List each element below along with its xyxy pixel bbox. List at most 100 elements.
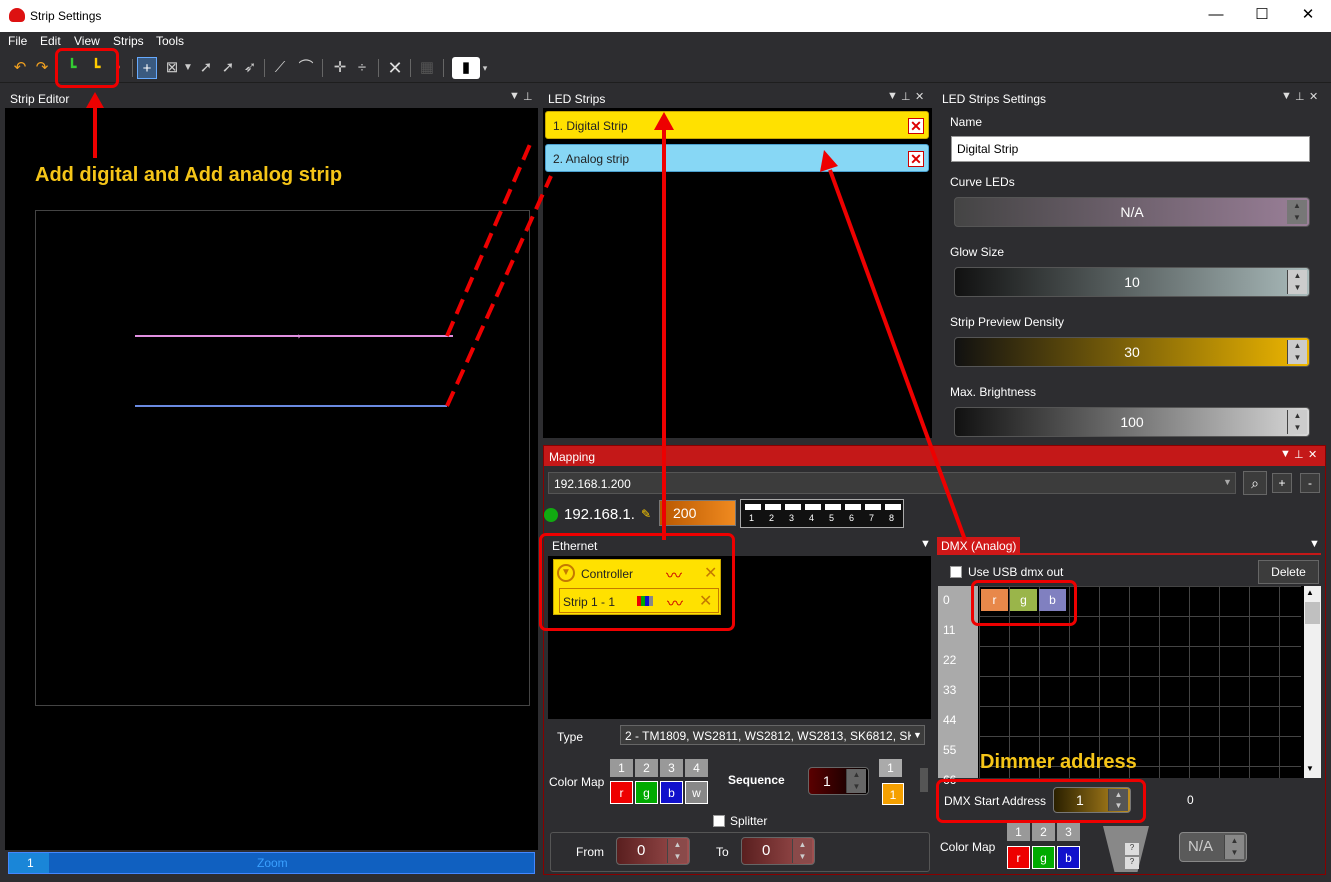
sequence-label: Sequence	[728, 773, 785, 787]
dmx-color-map-index: 3	[1057, 823, 1080, 841]
line-tool-icon[interactable]: ⟋	[270, 57, 290, 79]
color-map-chip[interactable]: w	[685, 781, 708, 804]
panel-menu-icon[interactable]: ▼	[1281, 90, 1292, 102]
analog-strip-line[interactable]	[135, 405, 447, 407]
universe-number[interactable]: 1	[749, 513, 754, 523]
grid-icon[interactable]: ▦	[417, 57, 437, 79]
menu-strips[interactable]: Strips	[113, 34, 144, 48]
pointer-icon[interactable]: ➚	[196, 57, 216, 79]
from-spinner[interactable]: 0 ▲ ▼	[616, 837, 690, 865]
panel-menu-icon[interactable]: ▼	[509, 90, 520, 102]
panel-menu-icon[interactable]: ▼	[1309, 538, 1320, 550]
color-map-chip[interactable]: b	[660, 781, 683, 804]
color-map-chip[interactable]: r	[610, 781, 633, 804]
side-number: 1	[879, 759, 902, 777]
close-button[interactable]: ✕	[1285, 0, 1331, 32]
strip-item-analog[interactable]: 2. Analog strip ✕	[545, 144, 929, 172]
scroll-up-icon[interactable]: ▲	[1306, 588, 1314, 597]
strip-item-label: 1. Digital Strip	[553, 119, 628, 133]
universe-bar	[825, 504, 841, 510]
close-icon[interactable]: ✕	[915, 90, 924, 103]
universe-selector[interactable]: 1 2 3 4 5 6 7 8	[740, 499, 904, 528]
universe-number[interactable]: 6	[849, 513, 854, 523]
panel-menu-icon[interactable]: ▼	[920, 538, 931, 550]
highlight-ethernet-box	[539, 533, 735, 631]
pin-icon[interactable]: ⊥	[1294, 448, 1304, 461]
menu-file[interactable]: File	[8, 34, 27, 48]
ip-last-octet[interactable]: 200	[659, 500, 736, 526]
edit-icon[interactable]: ✎	[641, 507, 651, 521]
panel-menu-icon[interactable]: ▼	[887, 90, 898, 102]
delete-button[interactable]: Delete	[1258, 560, 1319, 584]
mixer-up-icon[interactable]: ?	[1125, 843, 1139, 855]
universe-number[interactable]: 2	[769, 513, 774, 523]
dmx-na-spinner[interactable]: N/A ▲ ▼	[1179, 832, 1247, 862]
universe-number[interactable]: 3	[789, 513, 794, 523]
glow-slider[interactable]: 10 ▲ ▼	[954, 267, 1310, 297]
select-add-icon[interactable]: +	[137, 57, 157, 79]
color-map-chip[interactable]: g	[635, 781, 658, 804]
pin-icon[interactable]: ⊥	[523, 90, 533, 103]
preview-icon[interactable]: ▮	[452, 57, 480, 79]
menu-bar: File Edit View Strips Tools	[0, 32, 1331, 52]
toolbar-overflow-icon[interactable]: ▾	[480, 57, 490, 79]
shape-dropdown-icon[interactable]: ▼	[178, 57, 198, 79]
dmx-color-map-chip[interactable]: r	[1007, 846, 1030, 869]
zoom-slider[interactable]: 1 Zoom	[8, 852, 535, 874]
scroll-thumb[interactable]	[1305, 602, 1320, 624]
redo-icon[interactable]: ↷	[32, 57, 52, 79]
usb-dmx-checkbox[interactable]	[950, 566, 962, 578]
type-select[interactable]: 2 - TM1809, WS2811, WS2812, WS2813, SK68…	[620, 725, 925, 745]
sequence-spinner[interactable]: 1 ▲ ▼	[808, 767, 869, 795]
to-spinner[interactable]: 0 ▲ ▼	[741, 837, 815, 865]
scroll-down-icon[interactable]: ▼	[1306, 764, 1314, 773]
add-controller-button[interactable]: +	[1272, 473, 1292, 493]
universe-number[interactable]: 4	[809, 513, 814, 523]
undo-icon[interactable]: ↶	[10, 57, 30, 79]
pointer-node-icon[interactable]: ➶	[240, 57, 260, 79]
toolbar: ↶ ↷ ┗ ┗ • + ⊠ ▼ ➚ ➚ ➶ ⟋ ⌒ ✛ ÷ ✕ ▦ ▮ ▾	[0, 52, 1331, 83]
split-horizontal-icon[interactable]: ÷	[352, 57, 372, 79]
dmx-color-map-chip[interactable]: g	[1032, 846, 1055, 869]
delete-tool-icon[interactable]: ✕	[385, 57, 405, 79]
universe-number[interactable]: 5	[829, 513, 834, 523]
maximize-button[interactable]: ☐	[1239, 0, 1285, 32]
dmx-color-map-chip[interactable]: b	[1057, 846, 1080, 869]
remove-controller-button[interactable]: -	[1300, 473, 1320, 493]
usb-dmx-label: Use USB dmx out	[968, 565, 1064, 579]
dmx-scrollbar[interactable]: ▲ ▼	[1304, 586, 1321, 778]
ip-combo[interactable]: 192.168.1.200 ▼	[548, 472, 1236, 494]
menu-edit[interactable]: Edit	[40, 34, 61, 48]
led-strips-title: LED Strips	[548, 92, 606, 106]
universe-number[interactable]: 8	[889, 513, 894, 523]
close-icon[interactable]: ✕	[1309, 90, 1318, 103]
curve-slider[interactable]: N/A ▲ ▼	[954, 197, 1310, 227]
mapping-title: Mapping	[549, 450, 596, 464]
pin-icon[interactable]: ⊥	[901, 90, 911, 103]
splitter-label: Splitter	[730, 814, 768, 828]
pin-icon[interactable]: ⊥	[1295, 90, 1305, 103]
strip-item-digital[interactable]: 1. Digital Strip ✕	[545, 111, 929, 139]
close-icon[interactable]: ✕	[1308, 448, 1317, 461]
color-map-scrollbar[interactable]	[920, 768, 928, 792]
split-vertical-icon[interactable]: ✛	[330, 57, 350, 79]
strip-editor-canvas[interactable]: →	[5, 108, 538, 850]
panel-menu-icon[interactable]: ▼	[1280, 448, 1291, 460]
name-field[interactable]	[951, 136, 1310, 162]
universe-number[interactable]: 7	[869, 513, 874, 523]
delete-strip-icon[interactable]: ✕	[908, 151, 924, 167]
brightness-slider[interactable]: 100 ▲ ▼	[954, 407, 1310, 437]
menu-view[interactable]: View	[74, 34, 100, 48]
pointer-alt-icon[interactable]: ➚	[218, 57, 238, 79]
menu-tools[interactable]: Tools	[156, 34, 184, 48]
density-slider[interactable]: 30 ▲ ▼	[954, 337, 1310, 367]
settings-header: LED Strips Settings ▼ ⊥ ✕	[937, 88, 1326, 108]
splitter-checkbox[interactable]	[713, 815, 725, 827]
minimize-button[interactable]: —	[1193, 0, 1239, 32]
search-icon[interactable]: ⌕	[1243, 471, 1267, 495]
delete-strip-icon[interactable]: ✕	[908, 118, 924, 134]
curve-tool-icon[interactable]: ⌒	[296, 57, 316, 79]
mixer-down-icon[interactable]: ?	[1125, 857, 1139, 869]
side-chip[interactable]: 1	[882, 783, 904, 805]
dmx-row-number: 55	[943, 743, 957, 757]
